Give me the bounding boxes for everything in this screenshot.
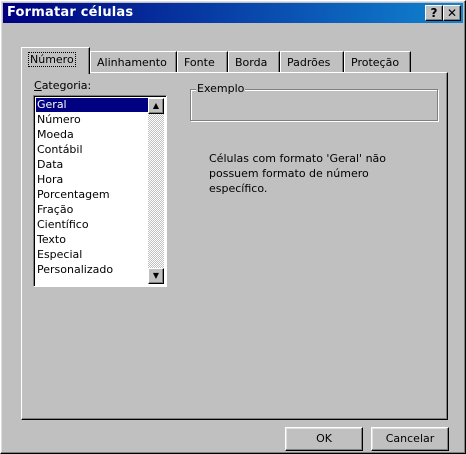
tab-padroes[interactable]: Padrões bbox=[280, 51, 344, 72]
scroll-up-button[interactable]: ▲ bbox=[148, 98, 164, 114]
tab-fonte[interactable]: Fonte bbox=[177, 51, 228, 72]
tab-numero[interactable]: Número bbox=[21, 47, 90, 74]
triangle-up-icon: ▲ bbox=[152, 101, 160, 110]
scroll-down-button[interactable]: ▼ bbox=[148, 268, 164, 284]
triangle-down-icon: ▼ bbox=[152, 271, 160, 280]
tab-borda[interactable]: Borda bbox=[228, 51, 280, 72]
help-button[interactable]: ? bbox=[425, 5, 443, 21]
list-item-texto[interactable]: Texto bbox=[36, 233, 149, 247]
list-item-hora[interactable]: Hora bbox=[36, 173, 149, 187]
tab-alinhamento[interactable]: Alinhamento bbox=[90, 51, 177, 72]
list-item-fracao[interactable]: Fração bbox=[36, 203, 149, 217]
tab-protecao[interactable]: Proteção bbox=[344, 51, 411, 72]
vertical-scrollbar[interactable]: ▲ ▼ bbox=[148, 98, 164, 284]
category-label: Categoria: bbox=[34, 79, 92, 92]
list-item-data[interactable]: Data bbox=[36, 158, 149, 172]
close-button[interactable]: ✕ bbox=[443, 5, 461, 21]
category-listbox[interactable]: Geral Número Moeda Contábil Data Hora Po… bbox=[33, 95, 167, 287]
list-item-numero[interactable]: Número bbox=[36, 113, 149, 127]
list-item-moeda[interactable]: Moeda bbox=[36, 128, 149, 142]
format-cells-dialog: Formatar células ? ✕ Número Alinhamento … bbox=[0, 0, 466, 454]
list-item-personalizado[interactable]: Personalizado bbox=[36, 263, 149, 277]
title-bar[interactable]: Formatar células ? ✕ bbox=[3, 3, 463, 23]
sample-label: Exemplo bbox=[196, 82, 246, 95]
list-item-porcentagem[interactable]: Porcentagem bbox=[36, 188, 149, 202]
list-item-geral[interactable]: Geral bbox=[36, 98, 149, 112]
list-item-especial[interactable]: Especial bbox=[36, 248, 149, 262]
format-description: Células com formato 'Geral' não possuem … bbox=[209, 152, 387, 195]
list-item-cientifico[interactable]: Científico bbox=[36, 218, 149, 232]
ok-button[interactable]: OK bbox=[285, 427, 363, 451]
window-title: Formatar células bbox=[7, 5, 134, 20]
cancel-button[interactable]: Cancelar bbox=[371, 427, 449, 451]
list-item-contabil[interactable]: Contábil bbox=[36, 143, 149, 157]
